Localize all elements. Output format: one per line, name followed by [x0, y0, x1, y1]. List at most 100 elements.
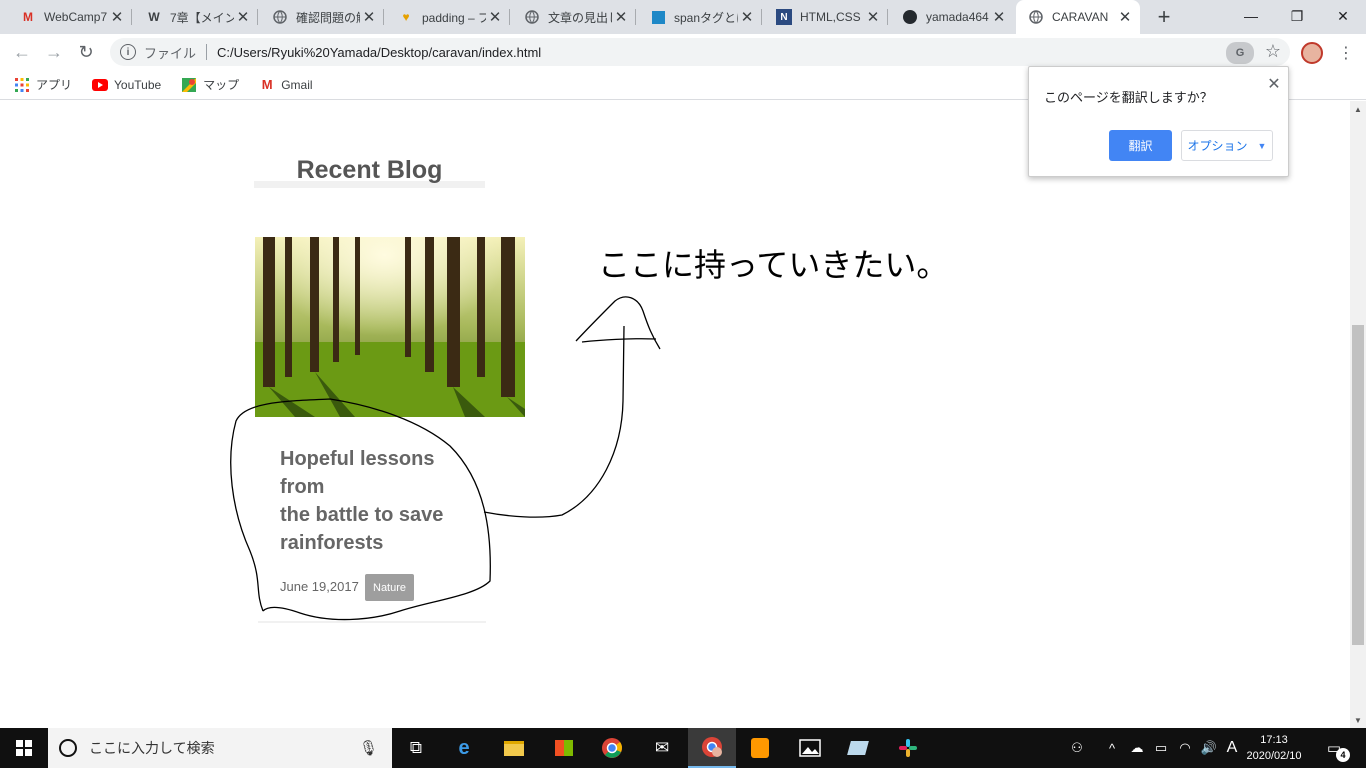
- minimize-button[interactable]: —: [1228, 0, 1274, 32]
- tab-title: CARAVAN: [1052, 10, 1109, 24]
- close-icon[interactable]: ✕: [360, 8, 378, 26]
- store-icon[interactable]: [540, 728, 588, 768]
- tab-htmlcss[interactable]: N HTML,CSS ✕: [764, 0, 888, 34]
- mail-icon[interactable]: ✉: [638, 728, 686, 768]
- people-icon[interactable]: ⚇: [1066, 728, 1088, 768]
- title-line: from: [280, 476, 325, 498]
- start-button[interactable]: [0, 728, 48, 768]
- notification-count: 4: [1336, 748, 1350, 762]
- close-icon[interactable]: ✕: [486, 8, 504, 26]
- onedrive-icon[interactable]: ☁: [1126, 728, 1148, 768]
- options-label: オプション: [1187, 139, 1248, 153]
- restore-button[interactable]: ❐: [1274, 0, 1320, 32]
- blog-image-forest[interactable]: [255, 237, 525, 417]
- tab-title: WebCamp7: [44, 10, 108, 24]
- reload-button[interactable]: ↻: [72, 38, 100, 66]
- apps-grid-icon: [14, 77, 30, 93]
- photos-icon[interactable]: [786, 728, 834, 768]
- task-view-icon[interactable]: ⧉: [392, 728, 440, 768]
- clock-date: 2020/02/10: [1246, 750, 1302, 762]
- bookmark-label: Gmail: [281, 77, 313, 92]
- address-bar[interactable]: i ファイル C:/Users/Ryuki%20Yamada/Desktop/c…: [110, 38, 1290, 66]
- title-line: rainforests: [280, 532, 384, 554]
- scroll-down-icon[interactable]: ▼: [1350, 712, 1366, 728]
- tab-caravan[interactable]: CARAVAN ✕: [1016, 0, 1140, 34]
- new-tab-button[interactable]: +: [1152, 4, 1176, 29]
- notepad-icon[interactable]: [834, 728, 882, 768]
- title-line: the battle to save: [280, 504, 444, 526]
- sublime-text-icon[interactable]: [736, 728, 784, 768]
- globe-icon: [272, 9, 288, 25]
- tab-title: 文章の見出し: [548, 10, 612, 25]
- youtube-icon: [92, 77, 109, 93]
- edge-icon[interactable]: e: [440, 728, 488, 768]
- page-scrollbar[interactable]: ▲ ▼: [1350, 101, 1366, 728]
- taskbar-search[interactable]: ここに入力して検索 🎙: [48, 728, 392, 768]
- scrollbar-thumb[interactable]: [1352, 325, 1364, 645]
- forward-button[interactable]: →: [40, 38, 68, 66]
- close-icon[interactable]: ✕: [1116, 8, 1134, 26]
- blog-post-title[interactable]: Hopeful lessons from the battle to save …: [280, 445, 470, 557]
- ime-indicator[interactable]: A: [1222, 728, 1242, 768]
- square-icon: [650, 9, 666, 25]
- browser-toolbar: ← → ↻ i ファイル C:/Users/Ryuki%20Yamada/Des…: [0, 34, 1366, 70]
- bookmark-gmail[interactable]: M Gmail: [259, 77, 313, 93]
- tab-padding[interactable]: ♥ padding – プ ✕: [386, 0, 510, 34]
- volume-icon[interactable]: 🔊: [1198, 728, 1220, 768]
- info-icon[interactable]: i: [120, 44, 136, 60]
- clock-time: 17:13: [1260, 734, 1288, 746]
- close-icon[interactable]: ✕: [612, 8, 630, 26]
- profile-avatar[interactable]: [1301, 42, 1323, 64]
- close-icon[interactable]: ✕: [864, 8, 882, 26]
- clock[interactable]: 17:13 2020/02/10: [1244, 732, 1304, 764]
- n-icon: N: [776, 9, 792, 25]
- close-icon[interactable]: ✕: [108, 8, 126, 26]
- gmail-icon: M: [23, 10, 33, 24]
- back-button[interactable]: ←: [8, 38, 36, 66]
- file-explorer-icon[interactable]: [490, 728, 538, 768]
- tab-webcamp[interactable]: M WebCamp7 ✕: [8, 0, 132, 34]
- tab-title: 確認問題の解: [296, 10, 360, 25]
- bookmark-maps[interactable]: マップ: [181, 76, 239, 93]
- battery-icon[interactable]: ▭: [1150, 728, 1172, 768]
- bookmark-apps[interactable]: アプリ: [14, 76, 72, 93]
- close-icon[interactable]: ✕: [1265, 75, 1283, 93]
- tab-kakunin[interactable]: 確認問題の解 ✕: [260, 0, 384, 34]
- menu-icon[interactable]: ⋮: [1336, 42, 1356, 64]
- tab-span[interactable]: spanタグとは ✕: [638, 0, 762, 34]
- chrome-icon[interactable]: [588, 728, 636, 768]
- category-tag[interactable]: Nature: [365, 574, 415, 601]
- tab-strip: M WebCamp7 ✕ W 7章【メイン前 ✕ 確認問題の解 ✕ ♥ padd…: [0, 0, 1366, 34]
- close-window-button[interactable]: ✕: [1320, 0, 1366, 32]
- notification-icon[interactable]: ▭ 4: [1322, 736, 1350, 762]
- tab-chapter7[interactable]: W 7章【メイン前 ✕: [134, 0, 258, 34]
- chevron-down-icon: ▼: [1257, 140, 1267, 151]
- close-icon[interactable]: ✕: [990, 8, 1008, 26]
- blog-post-date: June 19,2017: [280, 579, 359, 594]
- microphone-icon[interactable]: 🎙: [359, 739, 378, 757]
- maps-icon: [181, 77, 197, 93]
- options-button[interactable]: オプション ▼: [1181, 130, 1273, 161]
- card-divider: [258, 621, 486, 623]
- tab-github[interactable]: yamada464 ✕: [890, 0, 1014, 34]
- close-icon[interactable]: ✕: [738, 8, 756, 26]
- chrome-profile-icon[interactable]: [688, 728, 736, 768]
- bookmark-star-icon[interactable]: ☆: [1262, 40, 1284, 62]
- github-icon: [902, 9, 918, 25]
- tab-title: HTML,CSS: [800, 10, 861, 24]
- cortana-icon: [59, 739, 77, 757]
- tab-midashi[interactable]: 文章の見出し ✕: [512, 0, 636, 34]
- translate-popup: このページを翻訳しますか？ ✕ 翻訳 オプション ▼: [1028, 66, 1289, 177]
- slack-icon[interactable]: [884, 728, 932, 768]
- tab-title: spanタグとは: [674, 10, 738, 25]
- close-icon[interactable]: ✕: [234, 8, 252, 26]
- bookmark-label: マップ: [203, 78, 240, 92]
- bookmark-youtube[interactable]: YouTube: [92, 77, 161, 93]
- wifi-icon[interactable]: ◠: [1174, 728, 1196, 768]
- chevron-up-icon[interactable]: ^: [1102, 728, 1122, 768]
- scroll-up-icon[interactable]: ▲: [1350, 101, 1366, 117]
- bookmark-label: アプリ: [36, 78, 73, 92]
- translate-icon[interactable]: G: [1226, 42, 1254, 64]
- heart-icon: ♥: [402, 10, 410, 24]
- translate-button[interactable]: 翻訳: [1109, 130, 1172, 161]
